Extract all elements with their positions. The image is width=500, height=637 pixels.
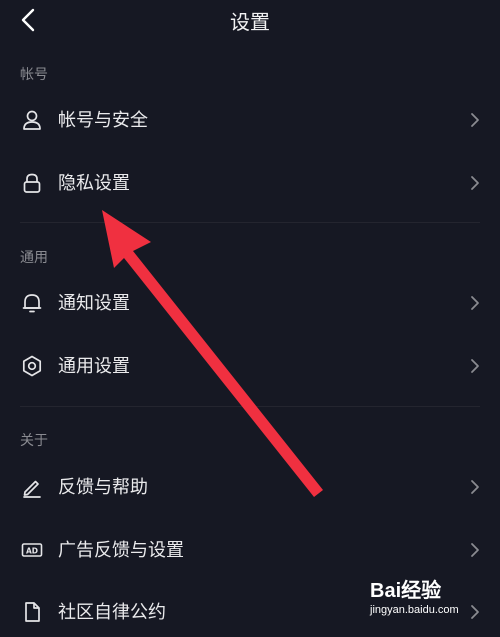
chevron-right-icon <box>471 543 479 557</box>
menu-item-label: 反馈与帮助 <box>58 477 148 498</box>
document-icon <box>25 602 40 622</box>
page-title: 设置 <box>230 10 270 34</box>
chevron-right-icon <box>471 480 479 494</box>
ad-icon: AD <box>21 543 43 557</box>
section-divider <box>20 222 480 223</box>
user-icon <box>23 110 41 130</box>
svg-text:AD: AD <box>26 546 38 555</box>
menu-item-label: 社区自律公约 <box>58 602 166 623</box>
menu-item-label: 通知设置 <box>58 293 130 314</box>
watermark-logo: Bai经验 <box>370 580 442 602</box>
gear-icon <box>22 355 42 377</box>
menu-item-ad-feedback-settings[interactable]: AD 广告反馈与设置 <box>0 525 500 575</box>
section-label-account: 帐号 <box>20 67 48 83</box>
section-label-about: 关于 <box>20 433 48 449</box>
section-divider <box>20 406 480 407</box>
menu-item-label: 隐私设置 <box>58 173 130 194</box>
menu-item-general-settings[interactable]: 通用设置 <box>0 341 500 391</box>
menu-item-label: 帐号与安全 <box>58 110 148 131</box>
bell-icon <box>22 294 42 313</box>
menu-item-account-security[interactable]: 帐号与安全 <box>0 95 500 145</box>
lock-icon <box>23 173 41 193</box>
section-label-general: 通用 <box>20 250 48 266</box>
menu-item-notification-settings[interactable]: 通知设置 <box>0 278 500 328</box>
menu-item-label: 广告反馈与设置 <box>58 540 184 561</box>
chevron-right-icon <box>471 359 479 373</box>
pencil-icon <box>23 480 41 498</box>
chevron-right-icon <box>471 176 479 190</box>
menu-item-feedback-help[interactable]: 反馈与帮助 <box>0 462 500 512</box>
menu-item-privacy-settings[interactable]: 隐私设置 <box>0 158 500 208</box>
menu-item-label: 通用设置 <box>58 356 130 377</box>
top-bar: 设置 <box>0 0 500 40</box>
watermark-url: jingyan.baidu.com <box>370 604 459 616</box>
chevron-right-icon <box>471 296 479 310</box>
watermark: Bai经验 jingyan.baidu.com <box>370 574 488 624</box>
chevron-right-icon <box>471 113 479 127</box>
